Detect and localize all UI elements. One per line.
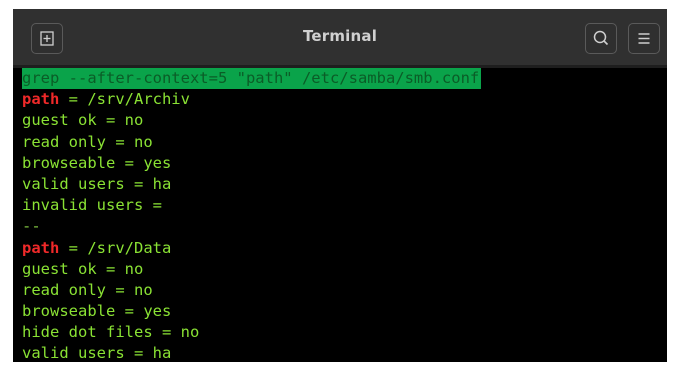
command-line: grep --after-context=5 "path" /etc/samba… — [22, 68, 667, 90]
match-highlight: path — [22, 90, 60, 109]
menu-button[interactable] — [628, 23, 660, 54]
output-line: invalid users = — [22, 196, 162, 215]
output-line: guest ok = no — [22, 259, 144, 278]
window-title: Terminal — [302, 27, 378, 45]
group-separator: -- — [22, 217, 41, 236]
output-line: valid users = ha — [22, 344, 172, 362]
hamburger-menu-icon — [638, 33, 650, 44]
grep-command: grep --after-context=5 "path" /etc/samba… — [22, 68, 482, 90]
output-line: guest ok = no — [22, 111, 144, 130]
output-line: read only = no — [22, 280, 153, 299]
output-line: path = /srv/Data — [22, 238, 667, 259]
match-value: = /srv/Data — [59, 238, 172, 257]
title-bar: Terminal — [13, 9, 667, 65]
terminal-window: Terminal grep --after-context=5 "path" /… — [13, 9, 667, 362]
output-line: valid users = ha — [22, 174, 172, 193]
search-icon — [593, 30, 609, 46]
match-highlight: path — [22, 238, 60, 257]
terminal-output[interactable]: grep --after-context=5 "path" /etc/samba… — [13, 68, 667, 362]
output-line: read only = no — [22, 132, 153, 151]
search-button[interactable] — [585, 23, 617, 54]
output-line: hide dot files = no — [22, 323, 200, 342]
output-line: browseable = yes — [22, 302, 172, 321]
match-value: = /srv/Archiv — [59, 90, 190, 109]
output-line: browseable = yes — [22, 153, 172, 172]
output-line: path = /srv/Archiv — [22, 89, 667, 110]
